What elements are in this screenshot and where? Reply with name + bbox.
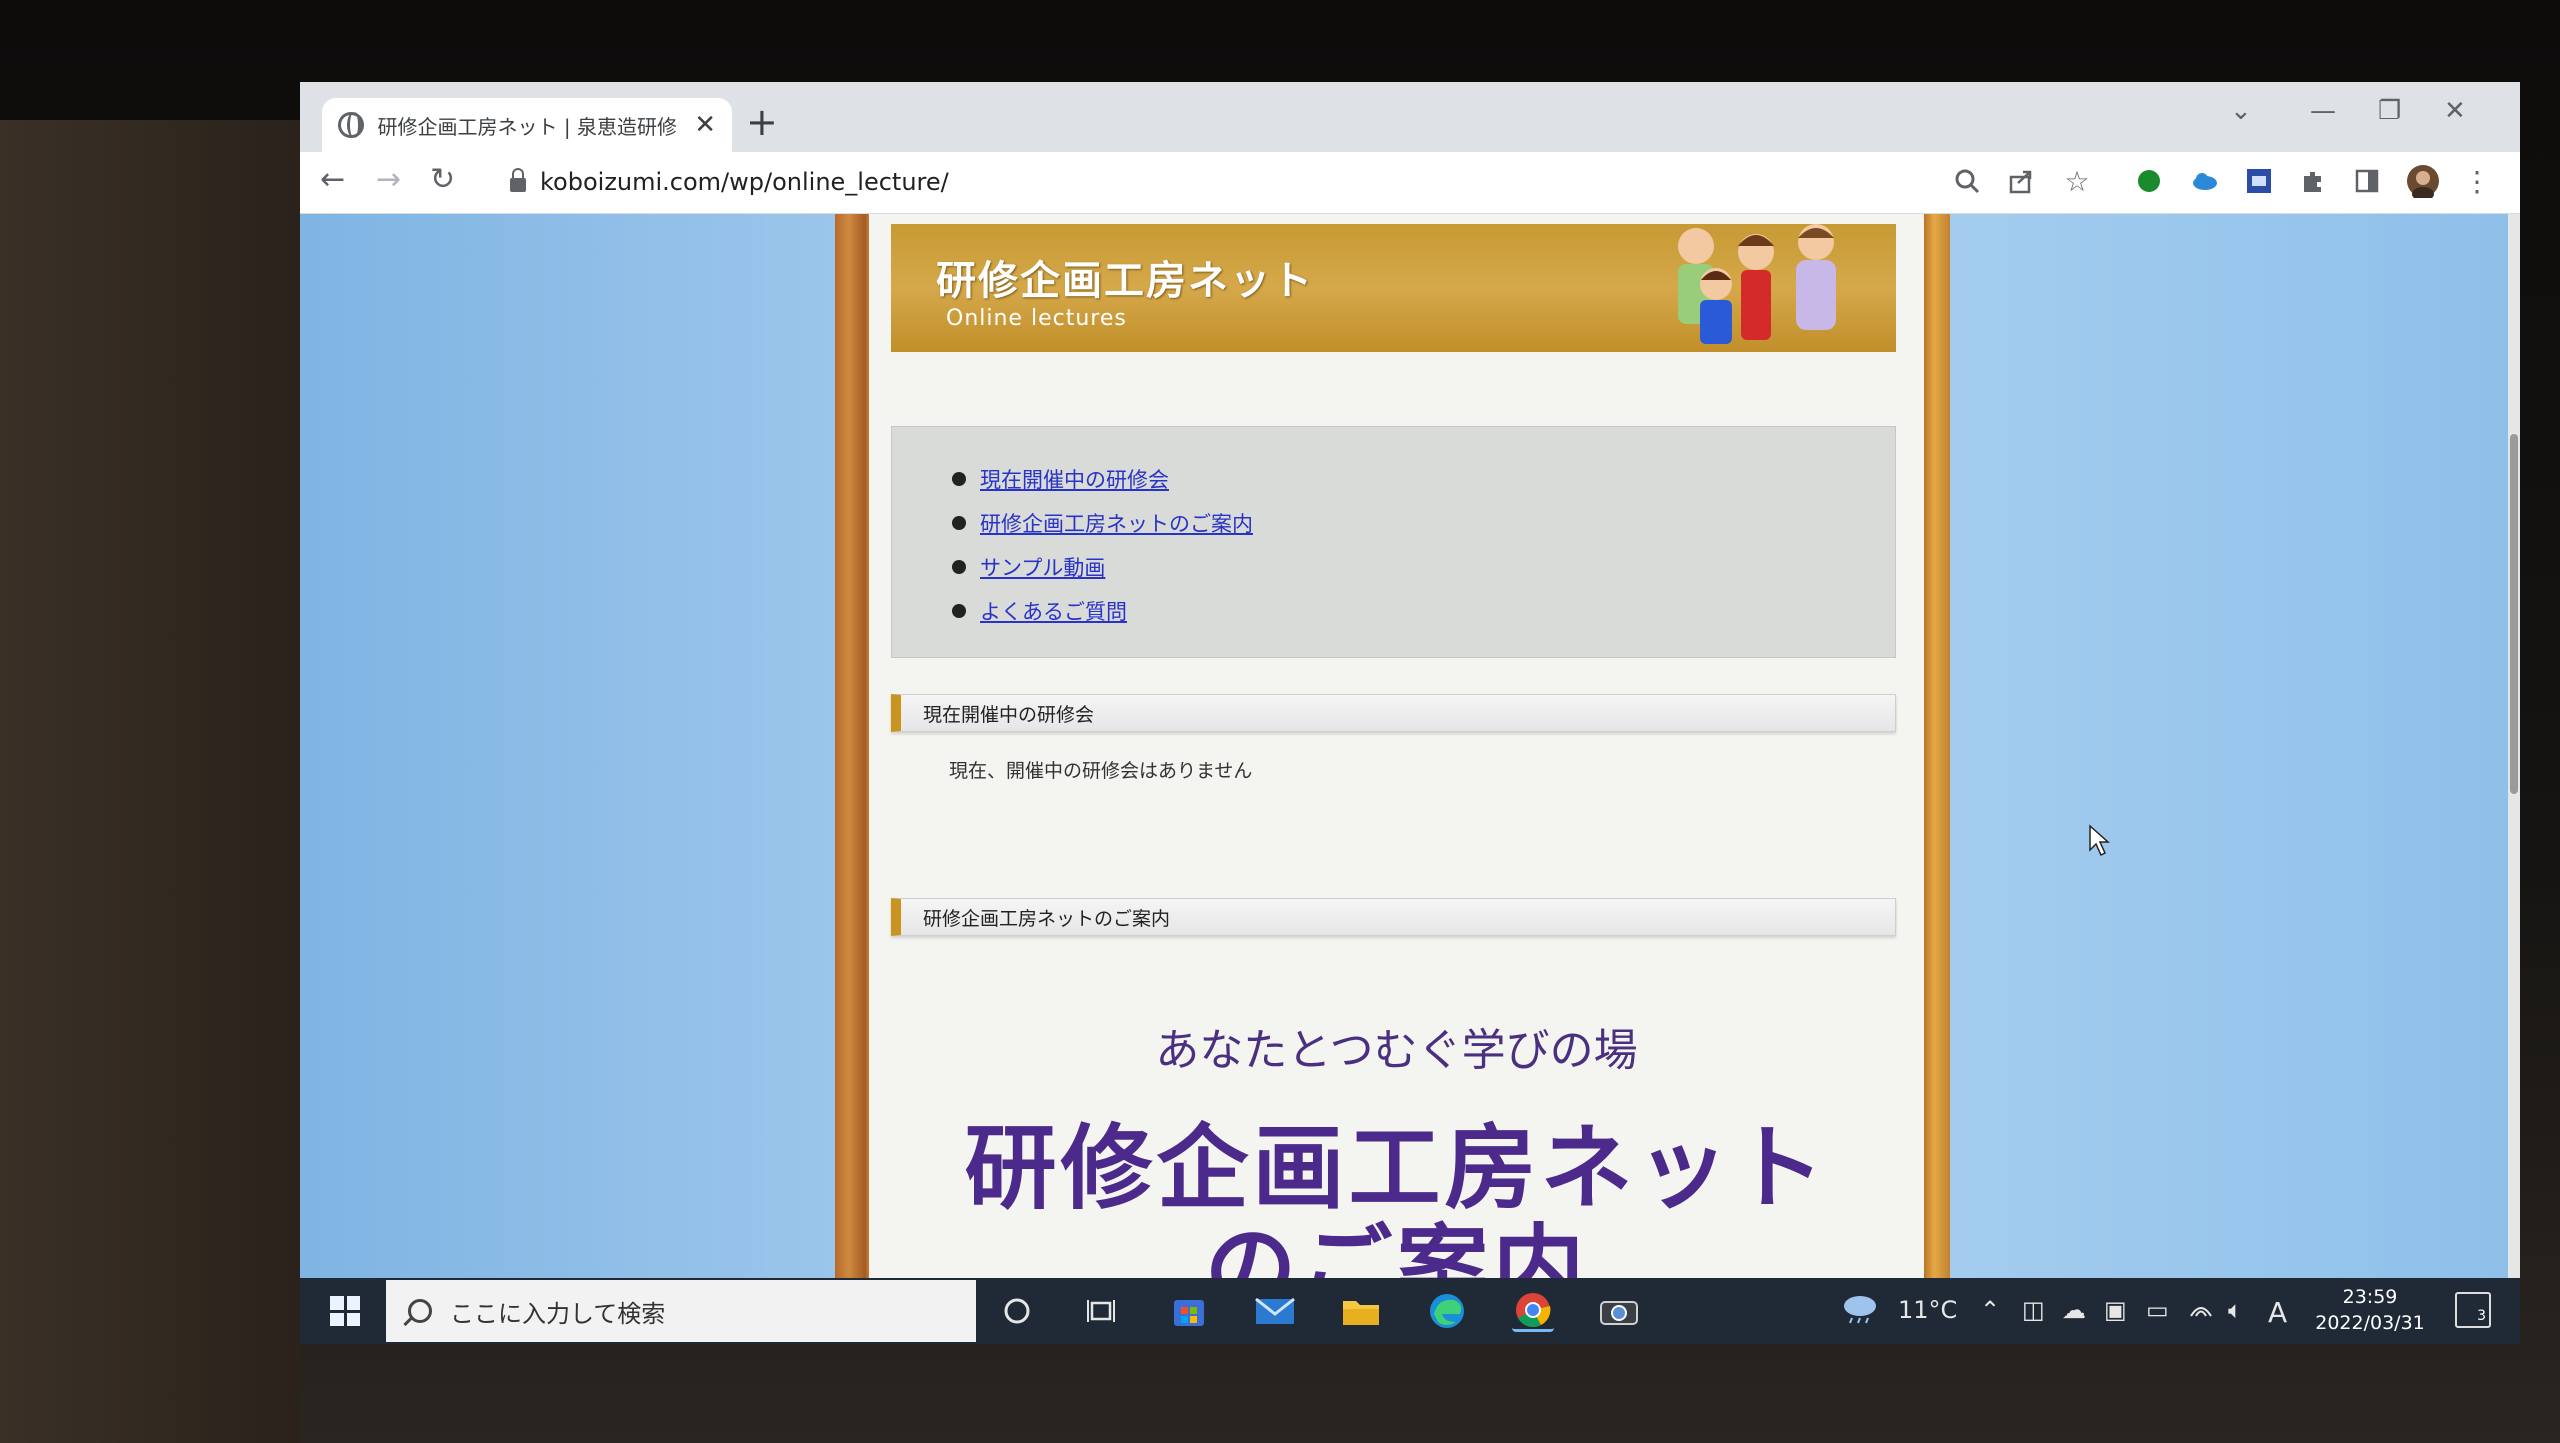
site-banner[interactable]: 研修企画工房ネット Online lectures [891, 224, 1896, 352]
bullet [952, 604, 966, 618]
reload-button[interactable]: ↻ [430, 162, 455, 197]
browser-tab[interactable]: 研修企画工房ネット | 泉恵造研修 ✕ [322, 98, 732, 152]
forward-button[interactable]: → [376, 162, 401, 197]
chrome-icon[interactable] [1512, 1290, 1554, 1332]
meet-now-icon[interactable]: ◫ [2022, 1296, 2045, 1324]
scrollbar-thumb[interactable] [2510, 434, 2518, 794]
display-icon[interactable]: ▣ [2104, 1296, 2127, 1324]
notification-center-icon[interactable]: 3 [2455, 1292, 2491, 1328]
bookmark-star-icon[interactable]: ☆ [2060, 164, 2094, 198]
menu-link-faq[interactable]: よくあるご質問 [980, 596, 1127, 626]
new-tab-button[interactable]: + [746, 100, 778, 144]
bullet [952, 560, 966, 574]
browser-toolbar: ← → ↻ koboizumi.com/wp/online_lecture/ ☆ [300, 152, 2520, 214]
extensions-puzzle-icon[interactable] [2296, 164, 2330, 198]
close-window-button[interactable]: ✕ [2444, 96, 2466, 126]
globe-icon [338, 112, 364, 138]
section-heading-text: 研修企画工房ネットのご案内 [923, 907, 1171, 930]
menu-kebab-icon[interactable]: ⋮ [2460, 164, 2494, 198]
notification-count: 3 [2477, 1308, 2486, 1324]
search-placeholder: ここに入力して検索 [450, 1299, 666, 1328]
store-icon[interactable] [1168, 1290, 1210, 1332]
onedrive-icon[interactable]: ☁ [2062, 1296, 2086, 1324]
close-tab-icon[interactable]: ✕ [694, 110, 716, 140]
ime-indicator[interactable]: A [2268, 1296, 2287, 1329]
app-extension-icon[interactable] [2242, 164, 2276, 198]
menu-link-current-lectures[interactable]: 現在開催中の研修会 [980, 464, 1169, 494]
cortana-icon[interactable] [996, 1290, 1038, 1332]
restore-button[interactable]: ❐ [2378, 96, 2401, 126]
url-text[interactable]: koboizumi.com/wp/online_lecture/ [540, 168, 949, 196]
menu-item: 研修企画工房ネットのご案内 [952, 501, 1895, 545]
menu-link-about[interactable]: 研修企画工房ネットのご案内 [980, 508, 1253, 538]
site-title: 研修企画工房ネット [936, 258, 1314, 304]
menu-item: よくあるご質問 [952, 589, 1895, 633]
share-icon[interactable] [2004, 164, 2038, 198]
clock-time: 23:59 [2342, 1286, 2398, 1308]
site-subtitle: Online lectures [946, 306, 1127, 331]
volume-icon[interactable]: 🔈︎ [2228, 1296, 2242, 1324]
screen: 研修企画工房ネット | 泉恵造研修 ✕ + ⌄ — ❐ ✕ ← → ↻ kobo… [300, 82, 2520, 1344]
mouse-cursor-icon [2089, 824, 2110, 857]
catchphrase: あなたとつむぐ学びの場 [1155, 1025, 1638, 1076]
menu-link-sample-video[interactable]: サンプル動画 [980, 552, 1105, 582]
page-content: 研修企画工房ネット Online lectures 現在開催中の研修会 研修企画… [869, 214, 1924, 1278]
menu-item: 現在開催中の研修会 [952, 457, 1895, 501]
side-panel-icon[interactable] [2350, 164, 2384, 198]
zoom-icon[interactable] [1950, 164, 1984, 198]
page-frame: 研修企画工房ネット Online lectures 現在開催中の研修会 研修企画… [835, 214, 1950, 1278]
bullet [952, 516, 966, 530]
family-illustration [1678, 224, 1836, 344]
task-view-icon[interactable] [1080, 1290, 1122, 1332]
menu-item: サンプル動画 [952, 545, 1895, 589]
back-button[interactable]: ← [320, 162, 345, 197]
intro-title-line2: のご案内 [1204, 1215, 1589, 1278]
page-viewport: 研修企画工房ネット Online lectures 現在開催中の研修会 研修企画… [300, 214, 2508, 1278]
taskbar-search[interactable]: ここに入力して検索 [386, 1280, 976, 1342]
no-lectures-text: 現在、開催中の研修会はありません [949, 760, 1253, 782]
section-heading-current: 現在開催中の研修会 [891, 694, 1896, 732]
lock-icon[interactable] [510, 168, 526, 192]
windows-start-icon[interactable] [330, 1296, 360, 1326]
file-explorer-icon[interactable] [1340, 1290, 1382, 1332]
desk-background [0, 120, 300, 1443]
section-heading-text: 現在開催中の研修会 [923, 703, 1095, 726]
weather-temperature[interactable]: 11°C [1898, 1296, 1957, 1324]
tab-strip: 研修企画工房ネット | 泉恵造研修 ✕ + ⌄ — ❐ ✕ [300, 82, 2520, 152]
minimize-button[interactable]: — [2310, 96, 2336, 126]
vertical-scrollbar[interactable] [2508, 214, 2520, 1278]
search-icon [408, 1299, 432, 1323]
section-heading-intro: 研修企画工房ネットのご案内 [891, 898, 1896, 936]
weather-cloud-icon[interactable] [1840, 1292, 1880, 1330]
taskbar-clock[interactable]: 23:59 2022/03/31 [2310, 1284, 2430, 1336]
battery-icon[interactable]: ▭ [2146, 1296, 2169, 1324]
extension-green-icon[interactable] [2132, 164, 2166, 198]
page-menu: 現在開催中の研修会 研修企画工房ネットのご案内 サンプル動画 よくあるご質問 [891, 426, 1896, 658]
address-bar[interactable]: koboizumi.com/wp/online_lecture/ [490, 160, 2190, 204]
edge-icon[interactable] [1426, 1290, 1468, 1332]
tray-overflow-icon[interactable]: ⌃ [1980, 1296, 2000, 1324]
tab-title: 研修企画工房ネット | 泉恵造研修 [377, 114, 677, 139]
tab-search-icon[interactable]: ⌄ [2230, 96, 2252, 126]
profile-avatar[interactable] [2406, 164, 2440, 198]
cloud-extension-icon[interactable] [2188, 164, 2222, 198]
wifi-icon[interactable] [2188, 1296, 2214, 1324]
camera-icon[interactable] [1598, 1290, 1640, 1332]
clock-date: 2022/03/31 [2315, 1312, 2425, 1334]
bullet [952, 472, 966, 486]
windows-taskbar: ここに入力して検索 11°C ⌃ ◫ ☁ ▣ ▭ 🔈︎ A 23:59 2022… [300, 1278, 2520, 1344]
mail-icon[interactable] [1254, 1290, 1296, 1332]
